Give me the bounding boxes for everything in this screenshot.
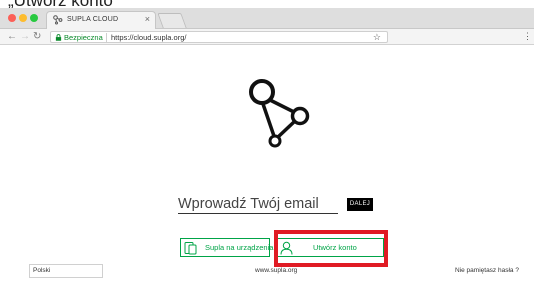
new-tab-button[interactable] — [157, 13, 187, 28]
minimize-window-icon[interactable] — [19, 14, 27, 22]
address-separator — [106, 33, 107, 42]
supla-logo-icon — [249, 79, 310, 148]
devices-icon — [184, 242, 197, 255]
tab-title: SUPLA CLOUD — [67, 16, 119, 23]
create-account-label: Utwórz konto — [313, 243, 357, 252]
browser-menu-icon[interactable]: ⋮ — [523, 31, 532, 42]
email-input[interactable] — [178, 194, 338, 214]
supla-favicon-icon — [53, 15, 63, 25]
supla-devices-button[interactable]: Supla na urządzenia — [180, 238, 274, 257]
supla-site-link[interactable]: www.supla.org — [255, 267, 297, 274]
forward-arrow-icon[interactable]: → — [20, 30, 30, 43]
maximize-window-icon[interactable] — [30, 14, 38, 22]
forgot-password-link[interactable]: Nie pamiętasz hasła ? — [455, 267, 519, 274]
address-bar[interactable]: Bezpieczna https://cloud.supla.org/ ☆ — [50, 31, 388, 43]
supla-devices-label: Supla na urządzenia — [205, 243, 274, 252]
tab-close-icon[interactable]: × — [145, 14, 150, 24]
create-account-button[interactable]: Utwórz konto — [276, 238, 384, 257]
reload-icon[interactable]: ↻ — [33, 30, 41, 43]
url-text[interactable]: https://cloud.supla.org/ — [111, 33, 186, 42]
tab-supla-cloud[interactable]: SUPLA CLOUD × — [46, 11, 156, 29]
lock-icon — [55, 34, 62, 41]
browser-toolbar: ← → ↻ Bezpieczna https://cloud.supla.org… — [0, 29, 534, 45]
bookmark-star-icon[interactable]: ☆ — [373, 32, 381, 43]
secure-label: Bezpieczna — [64, 33, 103, 42]
page: „Utwórz konto SUPLA CLOUD × ← → ↻ Bezpie… — [0, 0, 534, 284]
browser-tab-bar: SUPLA CLOUD × — [0, 8, 534, 29]
next-button[interactable]: DALEJ — [347, 198, 373, 211]
back-arrow-icon[interactable]: ← — [7, 30, 17, 43]
user-icon — [280, 241, 293, 255]
close-window-icon[interactable] — [8, 14, 16, 22]
language-select[interactable]: Polski — [29, 264, 103, 278]
